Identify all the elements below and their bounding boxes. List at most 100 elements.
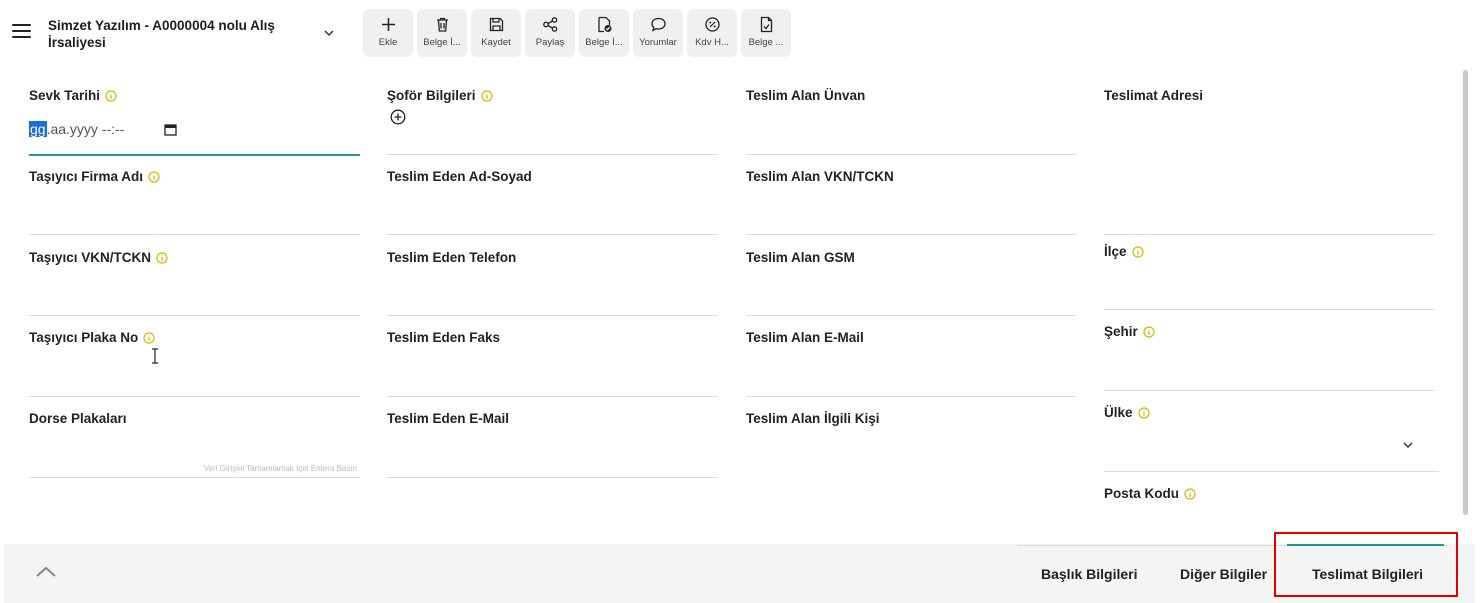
- deliverer-name-label: Teslim Eden Ad-Soyad: [387, 169, 532, 184]
- share-button[interactable]: Paylaş: [525, 9, 575, 57]
- city-label: Şehir: [1104, 324, 1155, 339]
- receiver-email-label: Teslim Alan E-Mail: [746, 330, 864, 345]
- header: Simzet Yazılım - A0000004 nolu Alış İrsa…: [0, 0, 1481, 62]
- menu-icon[interactable]: [12, 24, 31, 40]
- shipment-date-input[interactable]: gg .aa.yyyy --:--: [29, 121, 178, 137]
- deliverer-fax-field[interactable]: Teslim Eden Faks: [387, 330, 718, 397]
- info-icon: [156, 251, 168, 264]
- vat-button[interactable]: Kdv H...: [687, 9, 737, 57]
- document-icon: [760, 16, 772, 33]
- add-button[interactable]: Ekle: [363, 9, 413, 57]
- shipment-date-field[interactable]: Sevk Tarihi gg .aa.yyyy --:--: [29, 88, 360, 156]
- district-label: İlçe: [1104, 244, 1144, 259]
- carrier-vkn-field[interactable]: Taşıyıcı VKN/TCKN: [29, 250, 360, 316]
- field-underline: [746, 315, 1076, 316]
- delivery-address-field[interactable]: Teslimat Adresi: [1104, 88, 1435, 235]
- share-button-label: Paylaş: [535, 37, 565, 48]
- app-window: Simzet Yazılım - A0000004 nolu Alış İrsa…: [0, 0, 1481, 603]
- field-underline: [1104, 309, 1435, 310]
- country-select[interactable]: Ülke: [1104, 405, 1439, 472]
- highlight-box: [1274, 532, 1458, 597]
- footer-tabs: Başlık Bilgileri Diğer Bilgiler Teslimat…: [4, 544, 1475, 603]
- tab-other-info[interactable]: Diğer Bilgiler: [1180, 566, 1267, 582]
- receiver-contact-label: Teslim Alan İlgili Kişi: [746, 411, 880, 426]
- info-icon: [148, 170, 160, 183]
- add-circle-icon[interactable]: [390, 109, 406, 125]
- field-underline: [387, 154, 718, 155]
- add-button-label: Ekle: [378, 37, 398, 48]
- field-underline: [29, 315, 360, 316]
- info-icon: [1184, 487, 1196, 500]
- receiver-gsm-field[interactable]: Teslim Alan GSM: [746, 250, 1076, 316]
- deliverer-name-field[interactable]: Teslim Eden Ad-Soyad: [387, 169, 718, 235]
- chevron-up-icon[interactable]: [34, 564, 58, 580]
- delivery-address-label: Teslimat Adresi: [1104, 88, 1204, 103]
- comments-button[interactable]: Yorumlar: [633, 9, 683, 57]
- comments-button-label: Yorumlar: [639, 37, 677, 48]
- country-label: Ülke: [1104, 405, 1150, 420]
- field-underline: [387, 477, 718, 478]
- field-underline: [29, 234, 360, 235]
- field-underline: [29, 477, 360, 478]
- share-icon: [542, 17, 557, 32]
- carrier-company-field[interactable]: Taşıyıcı Firma Adı: [29, 169, 360, 235]
- receiver-contact-field[interactable]: Teslim Alan İlgili Kişi: [746, 411, 1076, 478]
- driver-info-field[interactable]: Şoför Bilgileri: [387, 88, 718, 155]
- carrier-vkn-label: Taşıyıcı VKN/TCKN: [29, 250, 168, 265]
- info-icon: [105, 89, 117, 102]
- document-approve-button[interactable]: Belge İ...: [579, 9, 629, 57]
- comment-icon: [650, 17, 666, 32]
- save-button[interactable]: Kaydet: [471, 9, 521, 57]
- text-cursor-icon: [152, 348, 158, 364]
- calendar-icon[interactable]: [164, 123, 178, 136]
- document-check-icon: [597, 16, 611, 33]
- receiver-vkn-label: Teslim Alan VKN/TCKN: [746, 169, 894, 184]
- info-icon: [1131, 245, 1144, 258]
- field-underline: [746, 154, 1076, 155]
- chevron-down-icon[interactable]: [1401, 438, 1415, 452]
- vat-button-label: Kdv H...: [695, 37, 729, 48]
- deliverer-email-field[interactable]: Teslim Eden E-Mail: [387, 411, 718, 478]
- receiver-vkn-field[interactable]: Teslim Alan VKN/TCKN: [746, 169, 1076, 235]
- save-button-label: Kaydet: [481, 37, 511, 48]
- field-underline: [387, 396, 718, 397]
- info-icon: [143, 331, 155, 344]
- deliverer-phone-field[interactable]: Teslim Eden Telefon: [387, 250, 718, 316]
- field-underline: [387, 315, 718, 316]
- district-field[interactable]: İlçe: [1104, 244, 1435, 310]
- document-button-label: Belge ...: [748, 37, 784, 48]
- city-field[interactable]: Şehir: [1104, 324, 1435, 391]
- field-underline: [1104, 471, 1439, 472]
- tab-header-info[interactable]: Başlık Bilgileri: [1041, 566, 1137, 582]
- carrier-plate-label: Taşıyıcı Plaka No: [29, 330, 155, 345]
- document-button[interactable]: Belge ...: [741, 9, 791, 57]
- driver-info-label: Şoför Bilgileri: [387, 88, 493, 103]
- date-rest-segment[interactable]: .aa.yyyy --:--: [47, 121, 125, 137]
- trailer-plates-field[interactable]: Dorse Plakaları Veri Girişini Tamamlamak…: [29, 411, 360, 478]
- field-underline: [29, 396, 360, 397]
- percent-icon: [704, 17, 720, 32]
- field-underline: [746, 234, 1076, 235]
- trash-icon: [436, 17, 448, 32]
- enter-hint: Veri Girişini Tamamlamak İçin Entera Bas…: [203, 464, 357, 473]
- toolbar: Ekle Belge İ... Kaydet Paylaş Belge İ...…: [363, 9, 791, 57]
- deliverer-email-label: Teslim Eden E-Mail: [387, 411, 510, 426]
- save-icon: [489, 17, 503, 32]
- delete-document-button[interactable]: Belge İ...: [417, 9, 467, 57]
- page-title: Simzet Yazılım - A0000004 nolu Alış İrsa…: [48, 18, 275, 50]
- date-day-segment[interactable]: gg: [29, 121, 47, 137]
- receiver-email-field[interactable]: Teslim Alan E-Mail: [746, 330, 1076, 397]
- scrollbar[interactable]: [1463, 70, 1468, 515]
- field-underline: [387, 234, 718, 235]
- shipment-date-label: Sevk Tarihi: [29, 88, 117, 103]
- plus-icon: [381, 18, 395, 31]
- receiver-gsm-label: Teslim Alan GSM: [746, 250, 855, 265]
- receiver-title-field[interactable]: Teslim Alan Ünvan: [746, 88, 1076, 155]
- delete-document-button-label: Belge İ...: [423, 37, 461, 48]
- carrier-plate-field[interactable]: Taşıyıcı Plaka No: [29, 330, 360, 397]
- postal-code-label: Posta Kodu: [1104, 486, 1196, 501]
- info-icon: [1137, 406, 1150, 419]
- chevron-down-icon[interactable]: [322, 26, 336, 40]
- field-underline: [746, 396, 1076, 397]
- field-underline: [1104, 390, 1435, 391]
